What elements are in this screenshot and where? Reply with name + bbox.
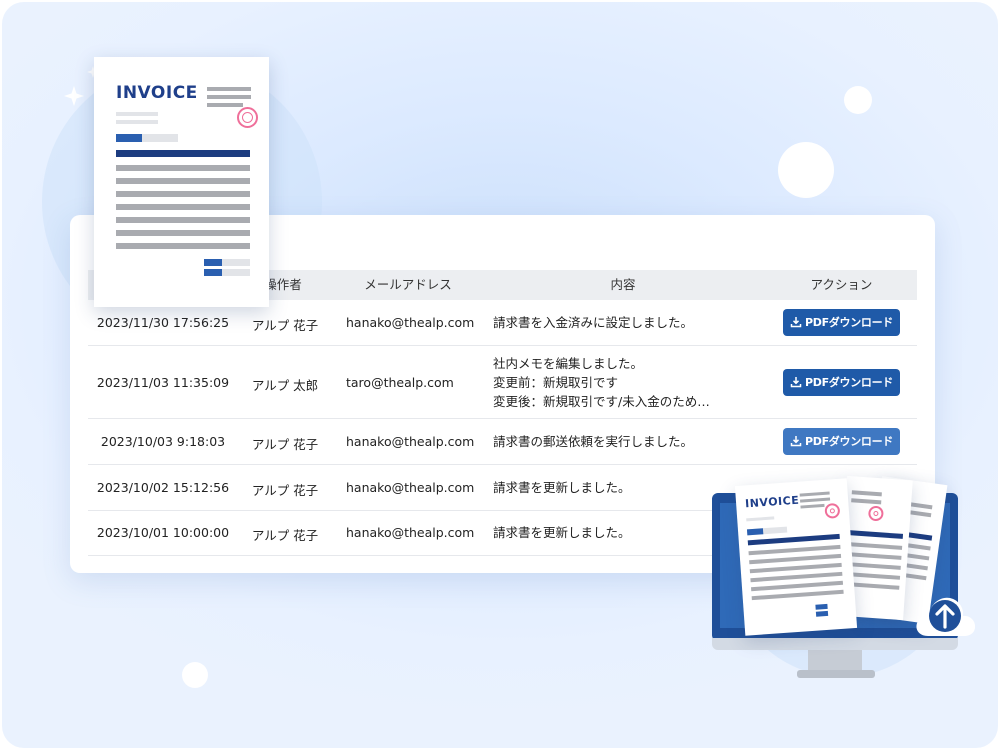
invoice-line [844,561,901,570]
invoice-line [116,230,250,236]
row-user: アルプ 花子 [251,437,319,452]
invoice-line [851,490,882,497]
pdf-download-button[interactable]: PDFダウンロード [783,428,900,455]
monitor-base [797,670,875,678]
invoice-illustration: INVOICE [94,57,269,307]
row-email: hanako@thealp.com [346,525,475,540]
invoice-line [116,150,250,157]
pdf-download-label: PDFダウンロード [804,435,893,448]
invoice-line [750,580,844,592]
cloud-upload-icon [916,597,976,636]
invoice-line [800,497,831,503]
invoice-line [751,589,844,601]
invoice-line [845,551,902,560]
invoice-line [749,553,842,565]
invoice-line [851,498,882,505]
invoice-line [204,269,222,276]
invoice-stamp [824,502,841,519]
row-user: アルプ 太郎 [251,378,319,393]
decor-bubble [182,662,208,688]
invoice-line [846,541,903,550]
pdf-download-label: PDFダウンロード [804,316,893,329]
row-content-line: 請求書を更新しました。 [493,480,631,495]
download-icon [790,377,802,388]
pdf-download-button[interactable]: PDFダウンロード [783,309,900,336]
invoice-line [746,516,775,522]
invoice-line [116,217,250,223]
row-email: hanako@thealp.com [346,315,475,330]
row-user: アルプ 花子 [251,528,319,543]
row-date: 2023/11/03 11:35:09 [96,375,230,390]
row-content-line: 社内メモを編集しました。 [493,356,644,371]
invoice-line [116,243,250,249]
row-content-line: 変更前：新規取引です [493,375,619,390]
row-content: 請求書の郵送依頼を実行しました。 [493,432,693,451]
invoice-line [750,571,843,583]
table-row: 2023/11/03 11:35:09 アルプ 太郎 taro@thealp.c… [88,346,917,419]
decor-bubble [844,86,872,114]
invoice-line [116,178,250,184]
row-content: 請求書を更新しました。 [493,478,631,497]
monitor-invoice-title: INVOICE [744,493,800,511]
row-content-line: 請求書を更新しました。 [493,525,631,540]
column-header-email: メールアドレス [364,277,452,292]
row-date: 2023/11/30 17:56:25 [96,315,230,330]
row-content: 社内メモを編集しました。 変更前：新規取引です 変更後：新規取引です/未入金のた… [493,354,710,411]
column-header-content: 内容 [610,277,636,292]
invoice-line [116,134,142,142]
invoice-line [800,503,825,509]
invoice-line [207,103,243,107]
invoice-stamp [867,505,884,522]
pdf-download-button[interactable]: PDFダウンロード [783,369,900,396]
row-date: 2023/10/03 9:18:03 [100,434,226,449]
column-header-action: アクション [810,277,873,292]
pdf-download-label: PDFダウンロード [804,376,893,389]
invoice-line [116,165,250,171]
row-content-line: 請求書を入金済みに設定しました。 [493,315,694,330]
row-user: アルプ 花子 [251,318,319,333]
invoice-line [207,95,251,99]
invoice-line [116,191,250,197]
invoice-line [799,491,830,497]
row-content: 請求書を入金済みに設定しました。 [493,313,693,332]
row-date: 2023/10/01 10:00:00 [96,525,230,540]
invoice-stamp [237,107,258,128]
row-email: taro@thealp.com [346,375,454,390]
invoice-line [116,204,250,210]
invoice-line [116,112,158,116]
invoice-line [748,544,841,556]
row-content: 請求書を更新しました。 [493,523,631,542]
monitor-invoice-front: INVOICE [734,478,858,636]
download-icon [790,317,802,328]
download-icon [790,436,802,447]
decor-bubble [778,142,834,198]
invoice-line [746,528,764,536]
sparkle-icon [64,86,84,106]
invoice-line [747,533,840,546]
invoice-line [815,603,828,610]
row-date: 2023/10/02 15:12:56 [96,480,230,495]
row-email: hanako@thealp.com [346,434,475,449]
invoice-line [207,87,251,91]
row-email: hanako@thealp.com [346,480,475,495]
invoice-line [749,562,842,574]
monitor-neck [808,650,862,672]
invoice-line [815,610,829,617]
row-user: アルプ 花子 [251,483,319,498]
invoice-line [116,120,158,124]
invoice-line [204,259,222,266]
table-row: 2023/10/03 9:18:03 アルプ 花子 hanako@thealp.… [88,419,917,465]
invoice-title: INVOICE [116,83,198,103]
row-content-line: 変更後：新規取引です/未入金のため… [493,394,710,409]
invoice-line [846,530,904,539]
row-content-line: 請求書の郵送依頼を実行しました。 [493,434,694,449]
